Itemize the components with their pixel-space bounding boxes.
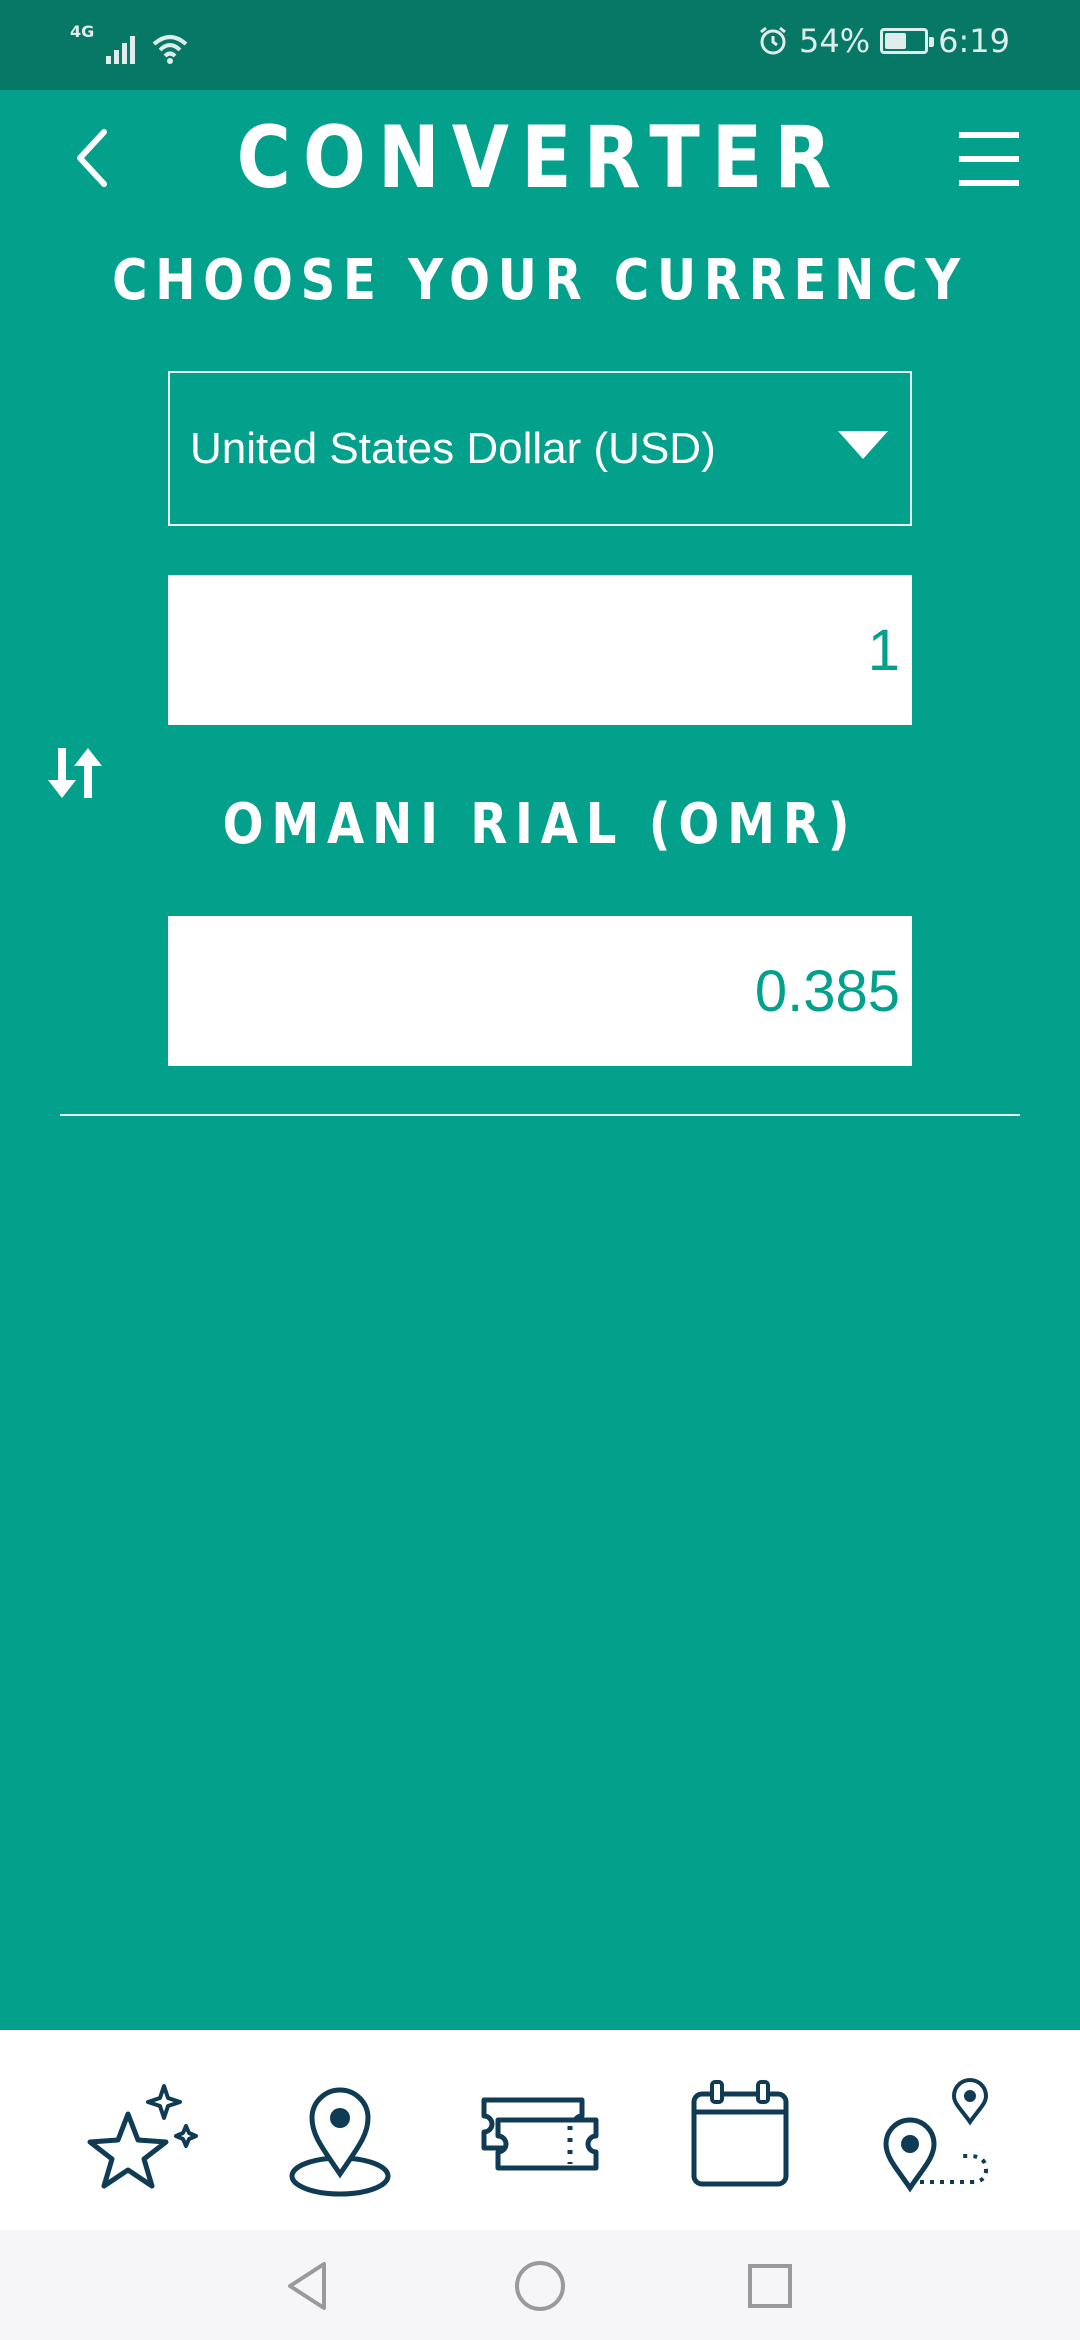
square-recents-icon [748, 2264, 792, 2308]
nav-item-places[interactable] [270, 2064, 410, 2204]
signal-icon [106, 36, 136, 64]
calendar-icon [691, 2080, 789, 2187]
clock: 6:19 [938, 22, 1010, 60]
triangle-back-icon [288, 2262, 326, 2310]
menu-button[interactable] [954, 124, 1024, 194]
circle-home-icon [515, 2261, 565, 2311]
tickets-icon [481, 2097, 599, 2171]
status-left: 4G [70, 24, 190, 64]
wifi-icon [152, 35, 188, 64]
currency-select[interactable]: United States Dollar (USD) [168, 371, 912, 526]
route-icon [883, 2078, 989, 2193]
hamburger-menu-icon [959, 132, 1019, 186]
status-bar: 4G 54% 6:19 [0, 0, 1080, 90]
nav-item-highlights[interactable] [68, 2064, 208, 2204]
system-back-button[interactable] [278, 2256, 338, 2316]
location-pin-icon [289, 2087, 391, 2197]
stars-icon [87, 2084, 198, 2189]
divider [60, 1114, 1020, 1116]
battery-level [885, 33, 907, 49]
page-title: CONVERTER [236, 108, 844, 208]
system-home-button[interactable] [510, 2256, 570, 2316]
nav-item-calendar[interactable] [670, 2064, 810, 2204]
selected-currency: United States Dollar (USD) [190, 423, 716, 473]
choose-currency-heading: CHOOSE YOUR CURRENCY [112, 248, 968, 313]
nav-item-tickets[interactable] [470, 2064, 610, 2204]
caret-down-icon [838, 431, 888, 459]
battery-percent: 54% [799, 22, 871, 60]
target-currency-label: OMANI RIAL (OMR) [222, 792, 858, 857]
alarm-icon [760, 26, 786, 55]
system-nav-bar [0, 2230, 1080, 2340]
status-right: 54% 6:19 [757, 22, 1010, 60]
network-type: 4G [70, 22, 95, 41]
battery-icon [880, 28, 935, 54]
source-amount-input[interactable]: 1 [168, 575, 912, 725]
system-recents-button[interactable] [740, 2256, 800, 2316]
nav-item-routes[interactable] [868, 2064, 1008, 2204]
bottom-nav [0, 2030, 1080, 2230]
app-header: CONVERTER [0, 90, 1080, 220]
target-amount-output: 0.385 [168, 916, 912, 1066]
